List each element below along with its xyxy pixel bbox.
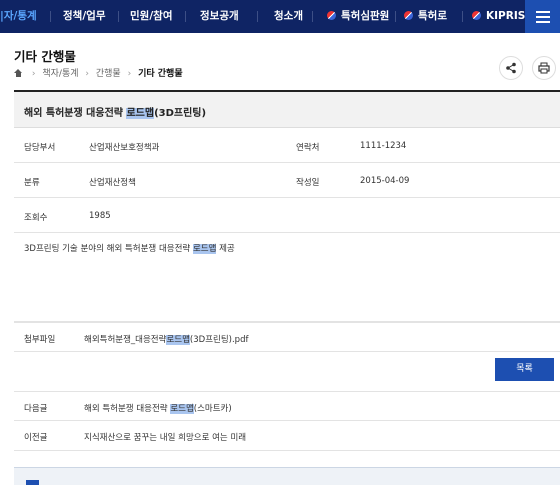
hamburger-menu-icon[interactable] [525, 0, 560, 33]
nav-divider [118, 11, 119, 22]
views-value: 1985 [89, 211, 111, 221]
prev-post-link[interactable]: 지식재산으로 꿈꾸는 내일 희망으로 여는 미래 [84, 431, 246, 443]
contact-label: 연락처 [296, 143, 320, 153]
kipo-logo-icon [472, 11, 481, 20]
nav-divider [257, 11, 258, 22]
dept-value: 산업재산보호정책과 [89, 143, 160, 153]
date-value: 2015-04-09 [360, 176, 410, 186]
share-icon [506, 62, 516, 74]
kipo-logo-icon [327, 11, 336, 20]
category-value: 산업재산정책 [89, 178, 136, 188]
attachment-link[interactable]: 해외특허분쟁_대응전략로드맵(3D프린팅).pdf [84, 333, 248, 345]
next-post-link[interactable]: 해외 특허분쟁 대응전략 로드맵(스마트카) [84, 402, 232, 414]
views-label: 조회수 [24, 213, 48, 223]
post-title: 해외 특허분쟁 대응전략 로드맵(3D프린팅) [24, 108, 207, 119]
breadcrumb-separator: › [85, 69, 89, 79]
prev-post-row[interactable]: 이전글 지식재산으로 꿈꾸는 내일 희망으로 여는 미래 [14, 421, 560, 451]
share-button[interactable] [499, 56, 523, 80]
print-button[interactable] [532, 56, 556, 80]
nav-item-info-disclosure[interactable]: 정보공개 [200, 0, 239, 33]
info-row-views: 조회수 1985 [14, 198, 560, 233]
next-post-label: 다음글 [24, 404, 48, 414]
next-post-row[interactable]: 다음글 해외 특허분쟁 대응전략 로드맵(스마트카) [14, 391, 560, 421]
nav-item-label: KIPRIS [486, 10, 526, 22]
nav-divider [395, 11, 396, 22]
nav-item-publications[interactable]: |자/통계 [0, 0, 37, 33]
contact-value: 1111-1234 [360, 141, 407, 151]
nav-item-policy[interactable]: 정책/업무 [63, 0, 105, 33]
top-navigation-bar: |자/통계 정책/업무 민원/참여 정보공개 청소개 특허심판원 특허로 KIP… [0, 0, 560, 33]
kipo-logo-icon [404, 11, 413, 20]
page-title: 기타 간행물 [14, 49, 76, 64]
category-label: 분류 [24, 178, 40, 188]
date-label: 작성일 [296, 178, 320, 188]
nav-item-patent-ro[interactable]: 특허로 [404, 0, 447, 33]
post-body-area [14, 233, 560, 322]
post-header: 해외 특허분쟁 대응전략 로드맵(3D프린팅) [14, 92, 560, 128]
nav-item-ip-tribunal[interactable]: 특허심판원 [327, 0, 389, 33]
nav-item-office-intro[interactable]: 청소개 [274, 0, 303, 33]
attachment-row: 첨부파일 해외특허분쟁_대응전략로드맵(3D프린팅).pdf [14, 322, 560, 352]
breadcrumb-item[interactable]: 간행물 [96, 69, 121, 79]
dept-label: 담당부서 [24, 143, 56, 153]
nav-divider [462, 11, 463, 22]
satisfaction-survey-box [14, 467, 560, 485]
survey-icon [26, 480, 39, 485]
breadcrumb-separator: › [31, 69, 36, 79]
info-row-category: 분류 산업재산정책 작성일 2015-04-09 [14, 163, 560, 198]
breadcrumb-item[interactable]: 책자/통계 [42, 69, 78, 79]
nav-item-kipris[interactable]: KIPRIS [472, 0, 525, 33]
nav-item-civil-participation[interactable]: 민원/참여 [130, 0, 172, 33]
breadcrumb-separator: › [127, 69, 132, 79]
list-button[interactable]: 목록 [495, 358, 554, 381]
nav-divider [185, 11, 186, 22]
prev-post-label: 이전글 [24, 433, 48, 443]
nav-divider [50, 11, 51, 22]
nav-item-label: 특허심판원 [341, 10, 390, 22]
nav-item-label: 특허로 [418, 10, 447, 22]
print-icon [538, 62, 550, 74]
info-row-dept: 담당부서 산업재산보호정책과 연락처 1111-1234 [14, 128, 560, 163]
breadcrumb: › 책자/통계 › 간행물 › 기타 간행물 [14, 66, 183, 79]
home-icon[interactable] [14, 69, 23, 77]
attachment-label: 첨부파일 [24, 335, 56, 345]
breadcrumb-current: 기타 간행물 [138, 69, 183, 79]
nav-divider [312, 11, 313, 22]
